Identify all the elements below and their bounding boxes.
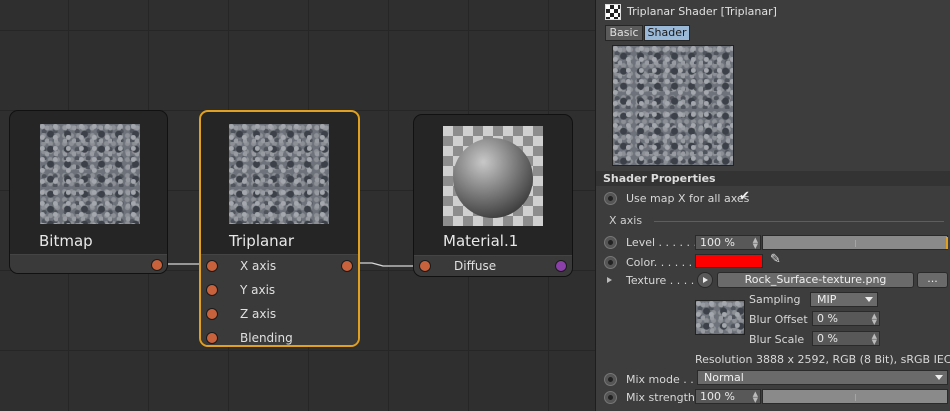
color-swatch[interactable] <box>695 254 763 268</box>
texture-expand-icon[interactable] <box>607 277 612 283</box>
texture-options-arrow-icon <box>703 277 708 283</box>
bitmap-thumbnail <box>40 124 140 224</box>
use-map-label: Use map X for all axes <box>626 192 750 205</box>
diffuse-port-label: Diffuse <box>454 259 497 273</box>
mix-mode-dropdown[interactable]: Normal <box>697 370 948 385</box>
panel-title: Triplanar Shader [Triplanar] <box>627 5 777 18</box>
bitmap-output-port[interactable] <box>151 259 163 271</box>
blur-scale-value: 0 % <box>817 332 838 345</box>
level-input[interactable]: 100 % ▲ ▼ <box>695 235 761 250</box>
level-slider[interactable] <box>762 235 948 250</box>
mix-mode-label: Mix mode . . <box>626 373 694 386</box>
texture-label: Texture . . . . <box>626 274 695 287</box>
triplanar-node[interactable]: Triplanar X axis Y axis Z axis Blending <box>199 110 360 347</box>
mix-strength-label: Mix strength <box>626 391 695 404</box>
blur-offset-input[interactable]: 0 % ▲ ▼ <box>812 311 880 326</box>
bitmap-node-title: Bitmap <box>39 232 93 250</box>
shader-preview <box>612 45 734 166</box>
level-radio[interactable] <box>604 236 617 249</box>
port-row-x-axis: X axis <box>201 255 358 279</box>
diffuse-input-port[interactable] <box>419 260 431 272</box>
mix-strength-input[interactable]: 100 % ▲ ▼ <box>695 389 761 404</box>
triplanar-node-title: Triplanar <box>229 232 295 250</box>
level-slider-end <box>946 237 948 249</box>
material-preview <box>443 126 543 226</box>
material-port-bar: Diffuse <box>414 255 572 276</box>
use-map-checkbox[interactable]: ✔ <box>739 189 750 204</box>
mix-mode-value: Normal <box>704 371 744 384</box>
y-axis-port-label: Y axis <box>240 283 276 297</box>
level-slider-tick <box>855 240 856 247</box>
blur-scale-label: Blur Scale <box>749 333 805 346</box>
sampling-label: Sampling <box>749 293 801 306</box>
port-row-blending: Blending <box>201 327 358 345</box>
blur-offset-value: 0 % <box>817 312 838 325</box>
sampling-chevron-down-icon <box>865 297 873 302</box>
texture-options-button[interactable] <box>697 272 713 288</box>
x-axis-divider <box>654 221 944 222</box>
use-map-radio[interactable] <box>604 192 617 205</box>
diffuse-output-port[interactable] <box>555 260 567 272</box>
mix-strength-slider-tick <box>855 394 856 401</box>
texture-browse-label: ... <box>927 272 938 285</box>
attribute-panel: Triplanar Shader [Triplanar] Basic Shade… <box>595 0 950 411</box>
texture-thumbnail <box>695 300 745 335</box>
section-title: Shader Properties <box>603 172 716 185</box>
x-axis-group-label: X axis <box>609 214 643 227</box>
color-radio[interactable] <box>604 256 617 269</box>
node-editor[interactable]: Bitmap Triplanar X axis Y axis Z axis Bl… <box>0 0 595 411</box>
blur-scale-spinner-icon[interactable]: ▲ ▼ <box>872 333 877 346</box>
texture-file-button[interactable]: Rock_Surface-texture.png <box>717 272 914 288</box>
blur-offset-label: Blur Offset <box>749 313 808 326</box>
shader-icon <box>605 4 621 20</box>
sampling-dropdown[interactable]: MIP <box>810 292 878 307</box>
mix-strength-radio[interactable] <box>604 391 617 404</box>
tab-basic-label: Basic <box>609 26 639 39</box>
material-sphere <box>453 138 533 218</box>
blending-input-port[interactable] <box>206 332 218 344</box>
blur-scale-input[interactable]: 0 % ▲ ▼ <box>812 331 880 346</box>
triplanar-port-list: X axis Y axis Z axis Blending <box>201 254 358 345</box>
color-label: Color. . . . . . <box>626 256 693 269</box>
level-value: 100 % <box>700 236 735 249</box>
z-axis-port-label: Z axis <box>240 307 277 321</box>
level-label: Level . . . . . . <box>626 236 697 249</box>
material-node[interactable]: Material.1 Diffuse <box>413 114 573 277</box>
mix-mode-chevron-down-icon <box>935 375 943 380</box>
level-spinner-icon[interactable]: ▲ ▼ <box>753 237 758 250</box>
material-node-title: Material.1 <box>443 232 519 250</box>
texture-resolution-info: Resolution 3888 x 2592, RGB (8 Bit), sRG… <box>695 353 950 366</box>
port-row-z-axis: Z axis <box>201 303 358 327</box>
eyedropper-icon[interactable]: ✎ <box>770 252 781 267</box>
tab-shader-label: Shader <box>647 26 687 39</box>
texture-file-name: Rock_Surface-texture.png <box>744 273 887 286</box>
texture-browse-button[interactable]: ... <box>917 272 948 288</box>
port-row-y-axis: Y axis <box>201 279 358 303</box>
triplanar-thumbnail <box>229 124 329 224</box>
bitmap-node[interactable]: Bitmap <box>9 110 168 274</box>
sampling-value: MIP <box>817 293 837 306</box>
tab-shader[interactable]: Shader <box>644 25 690 41</box>
tab-basic[interactable]: Basic <box>605 25 643 41</box>
mix-strength-spinner-icon[interactable]: ▲ ▼ <box>753 391 758 404</box>
y-axis-input-port[interactable] <box>206 284 218 296</box>
mix-mode-radio[interactable] <box>604 373 617 386</box>
z-axis-input-port[interactable] <box>206 308 218 320</box>
mix-strength-slider[interactable] <box>762 389 948 404</box>
x-axis-input-port[interactable] <box>206 260 218 272</box>
blur-offset-spinner-icon[interactable]: ▲ ▼ <box>872 313 877 326</box>
triplanar-output-port[interactable] <box>341 260 353 272</box>
mix-strength-value: 100 % <box>700 390 735 403</box>
blending-port-label: Blending <box>240 331 293 345</box>
x-axis-port-label: X axis <box>240 259 277 273</box>
bitmap-port-bar <box>10 254 167 273</box>
